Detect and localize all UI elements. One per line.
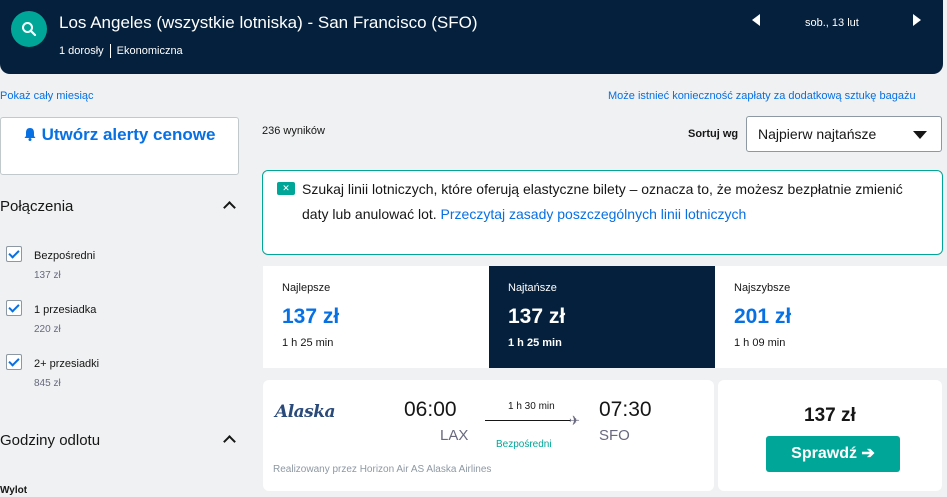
tab-best[interactable]: Najlepsze 137 zł 1 h 25 min: [263, 266, 489, 368]
dropdown-arrow-icon: [913, 131, 927, 139]
airline-rules-link[interactable]: Przeczytaj zasady poszczególnych linii l…: [441, 206, 747, 222]
connection-label: 1 przesiadka: [34, 304, 97, 316]
connections-title: Połączenia: [0, 198, 74, 215]
price-panel: 137 zł Sprawdź ➔: [718, 380, 942, 491]
airline-logo: Alaska: [275, 402, 336, 422]
previous-date-icon[interactable]: [752, 14, 760, 26]
tab-price: 137 zł: [282, 305, 340, 328]
flight-price: 137 zł: [804, 405, 856, 426]
checkbox-one-stop[interactable]: [6, 300, 22, 316]
select-flight-button[interactable]: Sprawdź ➔: [766, 436, 900, 472]
tab-price: 201 zł: [734, 305, 792, 328]
sort-label: Sortuj wg: [688, 128, 739, 140]
chevron-up-icon[interactable]: [223, 201, 236, 214]
tab-duration: 1 h 09 min: [734, 337, 786, 349]
flight-line: [485, 420, 571, 421]
tab-title: Najtańsze: [508, 282, 557, 294]
sort-value: Najpierw najtańsze: [758, 126, 877, 142]
selected-date[interactable]: sob., 13 lut: [805, 17, 859, 29]
arrive-time: 07:30: [599, 398, 652, 421]
connection-price: 845 zł: [34, 378, 61, 389]
search-icon: [22, 22, 37, 37]
tab-price: 137 zł: [508, 305, 566, 328]
connection-price: 137 zł: [34, 270, 61, 281]
tab-duration: 1 h 25 min: [282, 337, 334, 349]
sort-select[interactable]: Najpierw najtańsze: [746, 116, 942, 152]
flexible-tickets-banner: ✕ Szukaj linii lotniczych, które oferują…: [262, 170, 943, 255]
connection-label: 2+ przesiadki: [34, 358, 100, 370]
depart-airport: LAX: [440, 427, 469, 444]
stops-label: Bezpośredni: [496, 439, 552, 450]
departure-times-title: Godziny odlotu: [0, 432, 101, 449]
departure-subtitle: Wylot: [0, 485, 28, 496]
trip-details[interactable]: 1 dorosły Ekonomiczna: [59, 44, 183, 58]
bell-icon: [24, 128, 36, 141]
next-date-icon[interactable]: [913, 14, 921, 26]
depart-time: 06:00: [404, 398, 457, 421]
passengers-label: 1 dorosły: [59, 45, 104, 57]
banner-text: Szukaj linii lotniczych, które oferują e…: [302, 177, 932, 227]
connection-label: Bezpośredni: [34, 250, 96, 262]
chevron-up-icon[interactable]: [223, 435, 236, 448]
divider: [109, 44, 111, 58]
operated-by: Realizowany przez Horizon Air AS Alaska …: [273, 464, 492, 475]
cabin-label: Ekonomiczna: [116, 45, 183, 57]
tab-fastest[interactable]: Najszybsze 201 zł 1 h 09 min: [715, 266, 941, 368]
tab-duration: 1 h 25 min: [508, 337, 562, 349]
checkbox-two-plus-stops[interactable]: [6, 354, 22, 370]
connection-price: 220 zł: [34, 324, 61, 335]
results-count: 236 wyników: [262, 125, 325, 137]
flight-duration: 1 h 30 min: [508, 401, 555, 412]
show-month-link[interactable]: Pokaż cały miesiąc: [0, 90, 94, 102]
price-alert-button[interactable]: Utwórz alerty cenowe: [0, 117, 239, 175]
baggage-notice-link[interactable]: Może istnieć konieczność zapłaty za doda…: [608, 90, 916, 102]
ticket-icon: ✕: [277, 182, 295, 195]
arrive-airport: SFO: [599, 427, 630, 444]
flight-card[interactable]: Alaska 06:00 LAX 1 h 30 min ✈ Bezpośredn…: [263, 380, 714, 491]
tab-title: Najszybsze: [734, 282, 791, 294]
checkbox-direct[interactable]: [6, 246, 22, 262]
price-alert-label: Utwórz alerty cenowe: [41, 125, 216, 144]
search-header: Los Angeles (wszystkie lotniska) - San F…: [0, 0, 943, 74]
search-button[interactable]: [11, 11, 47, 47]
tab-title: Najlepsze: [282, 282, 331, 294]
plane-icon: ✈: [569, 413, 580, 428]
sort-tabs: Najlepsze 137 zł 1 h 25 min Najtańsze 13…: [263, 266, 947, 368]
tab-cheapest[interactable]: Najtańsze 137 zł 1 h 25 min: [489, 266, 715, 368]
route-title[interactable]: Los Angeles (wszystkie lotniska) - San F…: [59, 13, 478, 33]
